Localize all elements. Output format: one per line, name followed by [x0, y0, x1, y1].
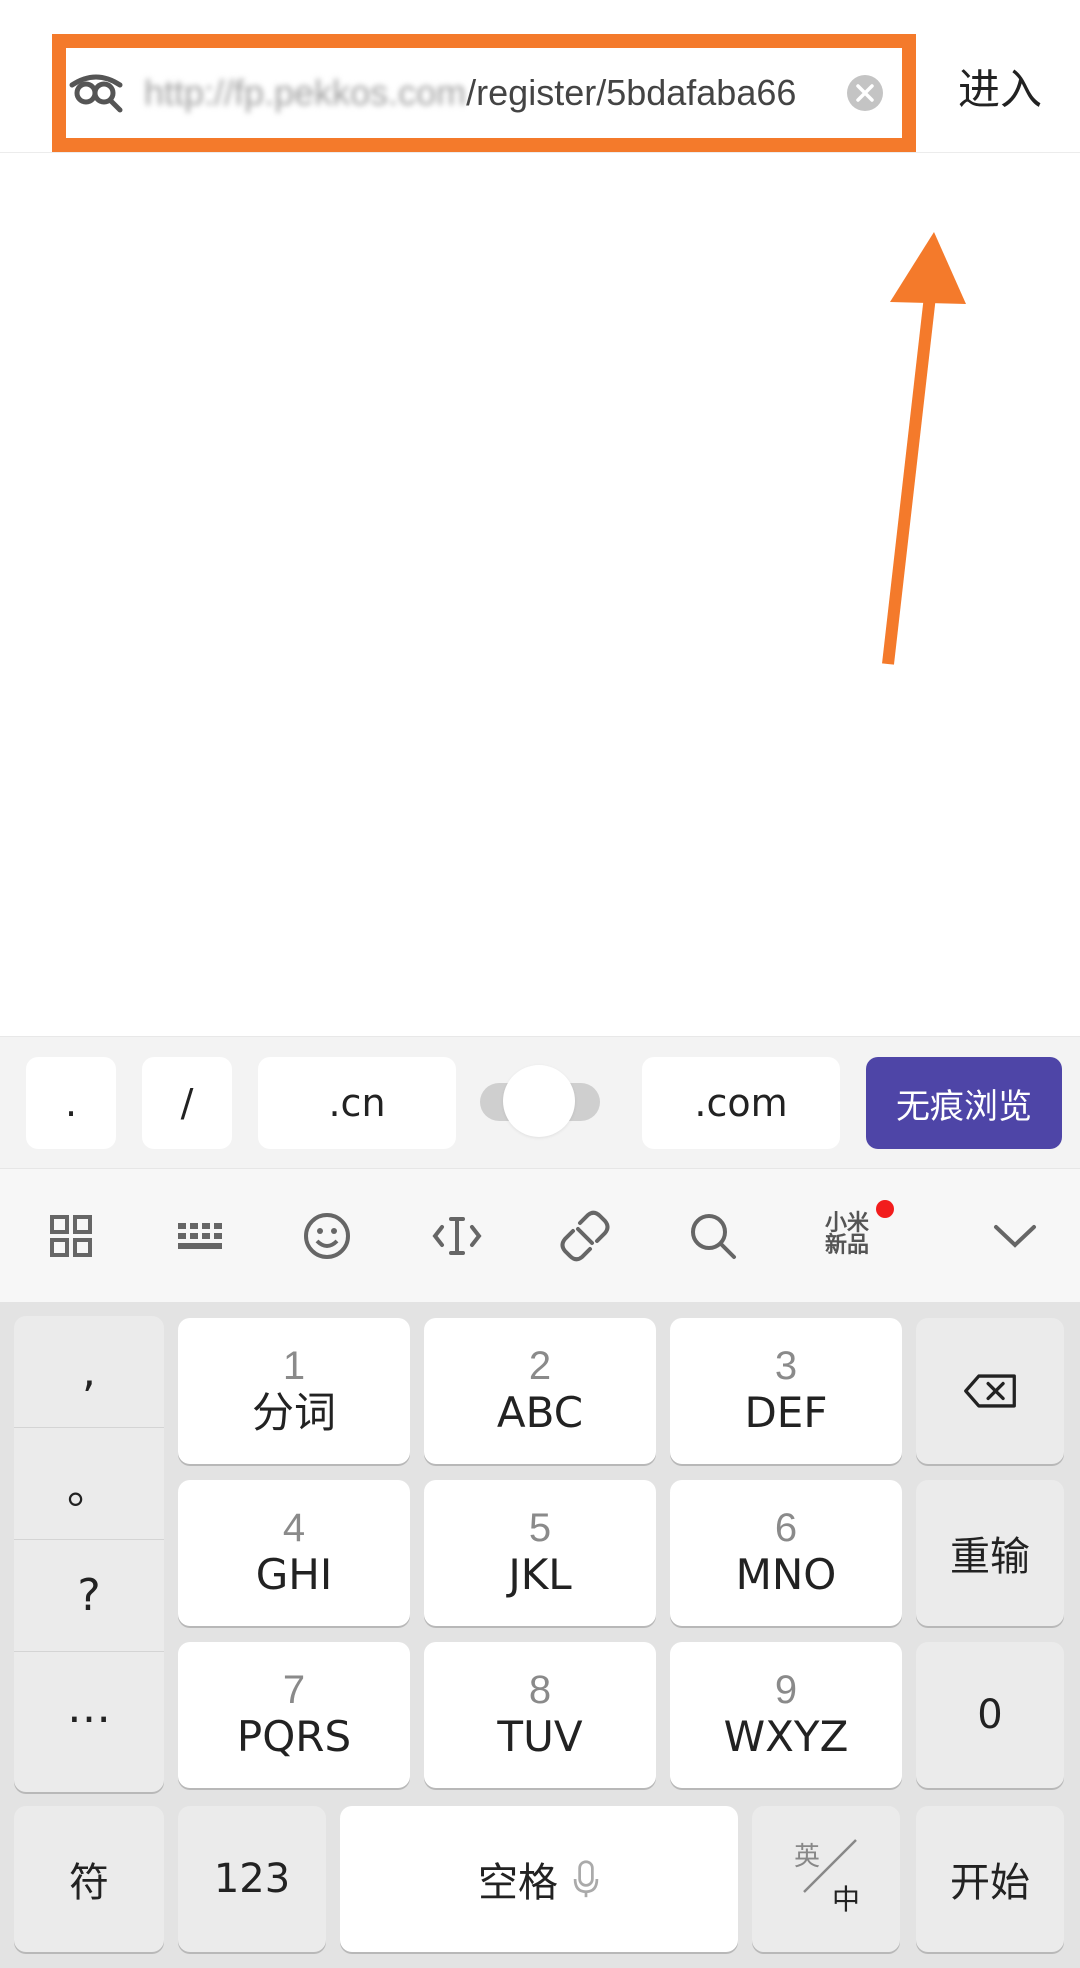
key-number: 7 [282, 1668, 306, 1712]
key-7[interactable]: 7 PQRS [178, 1642, 410, 1788]
key-number: 2 [528, 1344, 552, 1388]
key-letters: WXYZ [723, 1712, 849, 1761]
key-letters: 分词 [251, 1388, 336, 1437]
space-label: 空格 [478, 1860, 558, 1906]
emoji-icon[interactable] [300, 1209, 354, 1263]
go-key[interactable]: 开始 [916, 1806, 1064, 1952]
keyboard-layout-icon[interactable] [172, 1209, 226, 1263]
key-number: 5 [528, 1506, 552, 1550]
numbers-key[interactable]: 123 [178, 1806, 326, 1952]
backspace-icon [964, 1374, 1016, 1408]
key-8[interactable]: 8 TUV [424, 1642, 656, 1788]
key-6[interactable]: 6 MNO [670, 1480, 902, 1626]
cursor-edit-icon[interactable] [430, 1209, 484, 1263]
t9-keyboard: , 。 ? … 1 分词 2 ABC 3 DEF 4 GHI 5 JKL 6 M… [0, 1302, 1080, 1968]
punct-period[interactable]: 。 [14, 1428, 164, 1540]
highlight-box [52, 34, 916, 152]
search-icon[interactable] [686, 1209, 740, 1263]
keyboard-toolbar: 小米 新品 [0, 1168, 1080, 1303]
retype-key[interactable]: 重输 [916, 1480, 1064, 1626]
enter-button[interactable]: 进入 [958, 56, 1042, 117]
microphone-icon [573, 1860, 599, 1898]
punct-question[interactable]: ? [14, 1540, 164, 1652]
key-4[interactable]: 4 GHI [178, 1480, 410, 1626]
key-letters: DEF [744, 1388, 828, 1437]
key-number: 4 [282, 1506, 306, 1550]
key-number: 8 [528, 1668, 552, 1712]
key-letters: GHI [255, 1550, 333, 1599]
mode-toggle-knob[interactable] [503, 1065, 575, 1137]
xiaomi-new-products-badge[interactable]: 小米 新品 [822, 1213, 872, 1257]
key-2[interactable]: 2 ABC [424, 1318, 656, 1464]
numbers-label: 123 [213, 1856, 291, 1902]
com-chip[interactable]: .com [642, 1057, 840, 1149]
key-0[interactable]: 0 [916, 1642, 1064, 1788]
punct-ellipsis[interactable]: … [14, 1652, 164, 1763]
key-9[interactable]: 9 WXYZ [670, 1642, 902, 1788]
key-number: 6 [774, 1506, 798, 1550]
badge-line-1: 小米 [824, 1211, 869, 1236]
language-switch-key[interactable]: 英 中 [752, 1806, 900, 1952]
key-letters: JKL [508, 1550, 572, 1599]
space-key[interactable]: 空格 [340, 1806, 738, 1952]
key-number: 3 [774, 1344, 798, 1388]
key-number: 9 [774, 1668, 798, 1712]
slash-chip[interactable]: / [142, 1057, 232, 1149]
clipboard-link-icon[interactable] [558, 1209, 612, 1263]
dot-chip[interactable]: . [26, 1057, 116, 1149]
key-1[interactable]: 1 分词 [178, 1318, 410, 1464]
zero-label: 0 [977, 1692, 1003, 1738]
lang-zh-label: 中 [832, 1883, 861, 1916]
badge-line-2: 新品 [824, 1233, 869, 1258]
address-bar: http://fp.pekkos.com /register/5bdafaba6… [0, 0, 1080, 153]
go-label: 开始 [950, 1860, 1030, 1906]
quick-input-strip: . / .cn .com 无痕浏览 [0, 1036, 1080, 1169]
symbol-label: 符 [69, 1860, 109, 1906]
incognito-browse-button[interactable]: 无痕浏览 [866, 1057, 1062, 1149]
punctuation-column[interactable]: , 。 ? … [14, 1316, 164, 1792]
key-letters: ABC [496, 1388, 584, 1437]
key-letters: PQRS [236, 1712, 352, 1761]
cn-chip[interactable]: .cn [258, 1057, 456, 1149]
key-letters: TUV [497, 1712, 583, 1761]
punct-comma[interactable]: , [14, 1316, 164, 1428]
key-letters: MNO [735, 1550, 837, 1599]
key-3[interactable]: 3 DEF [670, 1318, 902, 1464]
notification-dot [876, 1200, 894, 1218]
backspace-key[interactable] [916, 1318, 1064, 1464]
retype-label: 重输 [950, 1534, 1030, 1580]
key-number: 1 [282, 1344, 306, 1388]
apps-grid-icon[interactable] [44, 1209, 98, 1263]
chevron-down-icon[interactable] [988, 1209, 1042, 1263]
symbol-key[interactable]: 符 [14, 1806, 164, 1952]
key-5[interactable]: 5 JKL [424, 1480, 656, 1626]
